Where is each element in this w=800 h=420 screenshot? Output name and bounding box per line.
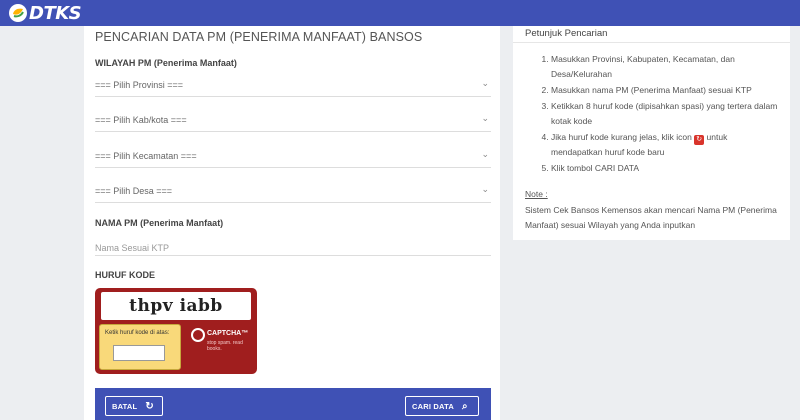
dtks-logo[interactable]: DTKS bbox=[8, 2, 82, 24]
captcha-tagline: stop spam. read books. bbox=[207, 340, 243, 352]
help-step: Masukkan Provinsi, Kabupaten, Kecamatan,… bbox=[551, 52, 780, 82]
help-title: Petunjuk Pencarian bbox=[525, 28, 608, 39]
top-navbar: DTKS bbox=[0, 0, 800, 26]
page-title: PENCARIAN DATA PM (PENERIMA MANFAAT) BAN… bbox=[95, 30, 423, 44]
cari-data-button[interactable]: CARI DATA ⌕ bbox=[405, 396, 479, 416]
chevron-down-icon: ⌄ bbox=[481, 149, 489, 159]
help-step-text-a: Jika huruf kode kurang jelas, klik icon bbox=[551, 132, 692, 142]
search-icon: ⌕ bbox=[461, 400, 468, 412]
help-step: Masukkan nama PM (Penerima Manfaat) sesu… bbox=[551, 83, 780, 98]
desa-select[interactable]: === Pilih Desa === ⌄ bbox=[95, 183, 491, 203]
chevron-down-icon: ⌄ bbox=[481, 78, 489, 88]
kode-label: HURUF KODE bbox=[95, 270, 155, 280]
cari-label: CARI DATA bbox=[412, 401, 454, 411]
chevron-down-icon: ⌄ bbox=[481, 113, 489, 123]
help-step: Ketikkan 8 huruf kode (dipisahkan spasi)… bbox=[551, 99, 780, 129]
captcha-brand: CAPTCHA™ bbox=[207, 330, 249, 337]
logo-text: DTKS bbox=[29, 2, 82, 24]
nama-field-wrap bbox=[95, 238, 491, 256]
desa-select-value: === Pilih Desa === bbox=[95, 186, 173, 196]
batal-button[interactable]: BATAL ↻ bbox=[105, 396, 163, 416]
help-panel: Petunjuk Pencarian Masukkan Provinsi, Ka… bbox=[513, 26, 790, 240]
leaf-logo-icon bbox=[9, 4, 27, 22]
captcha-text: thpv iabb bbox=[129, 296, 223, 316]
help-step: Klik tombol CARI DATA bbox=[551, 161, 780, 176]
captcha-hint: Ketik huruf kode di atas: bbox=[105, 330, 170, 336]
kecamatan-select[interactable]: === Pilih Kecamatan === ⌄ bbox=[95, 148, 491, 168]
note-text: Sistem Cek Bansos Kemensos akan mencari … bbox=[525, 205, 777, 230]
provinsi-select[interactable]: === Pilih Provinsi === ⌄ bbox=[95, 77, 491, 97]
note-heading: Note : bbox=[525, 189, 548, 199]
chevron-down-icon: ⌄ bbox=[481, 184, 489, 194]
refresh-icon: ↻ bbox=[694, 135, 705, 145]
nama-label: NAMA PM (Penerima Manfaat) bbox=[95, 218, 224, 228]
help-step: Jika huruf kode kurang jelas, klik icon … bbox=[551, 130, 780, 160]
provinsi-select-value: === Pilih Provinsi === bbox=[95, 80, 184, 90]
captcha-image: thpv iabb bbox=[101, 292, 251, 320]
captcha-input-box: Ketik huruf kode di atas: bbox=[99, 324, 181, 370]
wilayah-label: WILAYAH PM (Penerima Manfaat) bbox=[95, 58, 237, 68]
help-steps: Masukkan Provinsi, Kabupaten, Kecamatan,… bbox=[540, 52, 780, 177]
refresh-icon: ↻ bbox=[145, 400, 154, 412]
nama-input[interactable] bbox=[95, 243, 491, 253]
form-actions-bar: BATAL ↻ CARI DATA ⌕ bbox=[95, 388, 491, 420]
captcha-input[interactable] bbox=[113, 345, 165, 361]
batal-label: BATAL bbox=[112, 401, 138, 411]
captcha-refresh-icon[interactable] bbox=[191, 328, 205, 342]
kecamatan-select-value: === Pilih Kecamatan === bbox=[95, 151, 197, 161]
kabkota-select-value: === Pilih Kab/kota === bbox=[95, 115, 187, 125]
captcha-widget: thpv iabb Ketik huruf kode di atas: CAPT… bbox=[95, 288, 257, 374]
search-form-panel: PENCARIAN DATA PM (PENERIMA MANFAAT) BAN… bbox=[84, 26, 500, 420]
kabkota-select[interactable]: === Pilih Kab/kota === ⌄ bbox=[95, 112, 491, 132]
divider bbox=[513, 42, 790, 43]
